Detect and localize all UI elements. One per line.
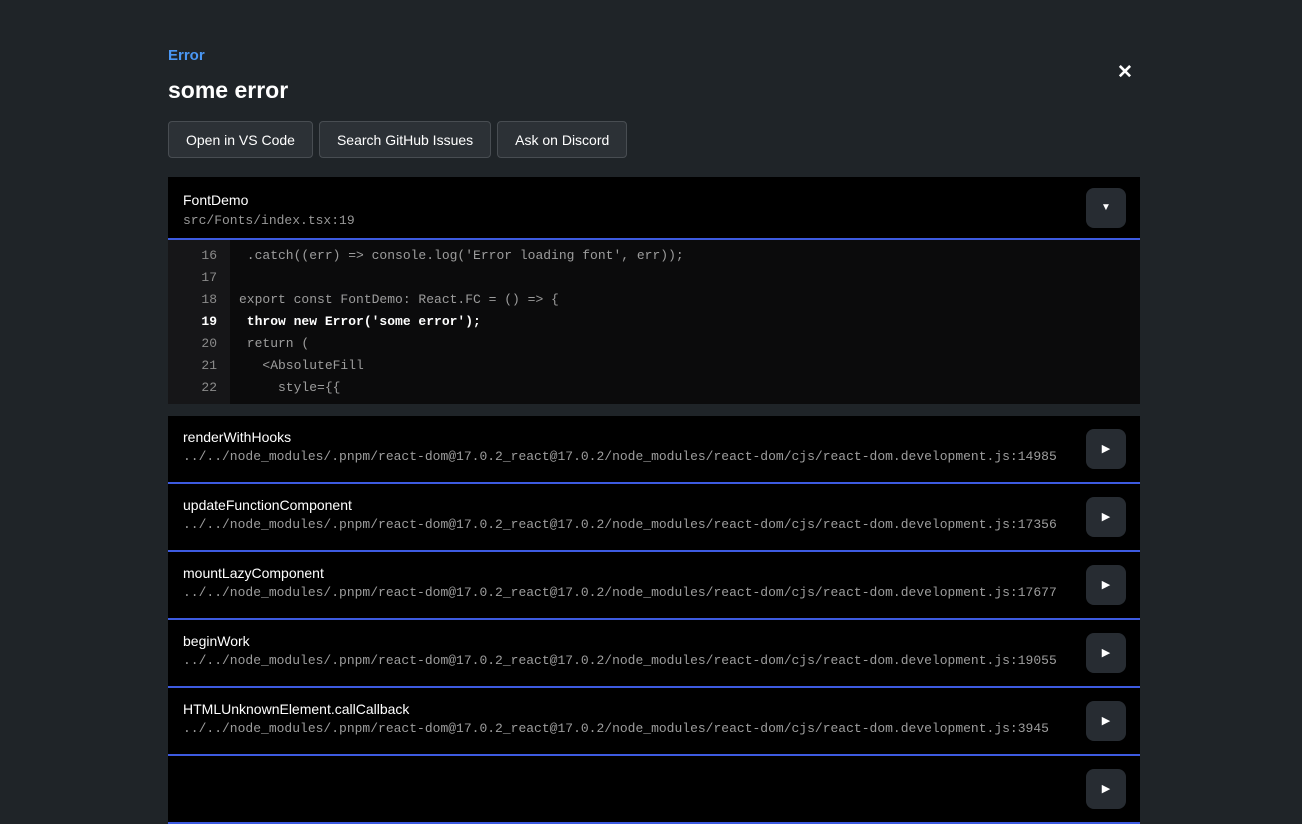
chevron-down-icon: ▼	[1101, 203, 1111, 213]
line-number: 16	[168, 245, 230, 267]
code-line: <AbsoluteFill	[230, 355, 1140, 377]
stack-frame-mountlazycomponent: mountLazyComponent ../../node_modules/.p…	[168, 552, 1140, 620]
code-line: export const FontDemo: React.FC = () => …	[230, 289, 1140, 311]
line-number-highlighted: 19	[168, 311, 230, 333]
code-line: .catch((err) => console.log('Error loadi…	[230, 245, 1140, 267]
expand-frame-button[interactable]: ▶	[1086, 701, 1126, 741]
code-line	[230, 267, 1140, 289]
stack-frame-callcallback: HTMLUnknownElement.callCallback ../../no…	[168, 688, 1140, 756]
stack-frame-path: ../../node_modules/.pnpm/react-dom@17.0.…	[183, 721, 1080, 736]
line-number: 22	[168, 377, 230, 399]
stack-frame-path: ../../node_modules/.pnpm/react-dom@17.0.…	[183, 517, 1080, 532]
line-number: 21	[168, 355, 230, 377]
stack-frame-title: updateFunctionComponent	[183, 497, 1080, 513]
stack-trace-list: renderWithHooks ../../node_modules/.pnpm…	[168, 416, 1140, 824]
ask-on-discord-button[interactable]: Ask on Discord	[497, 121, 627, 158]
triangle-right-icon: ▶	[1102, 580, 1110, 591]
code-frame: FontDemo src/Fonts/index.tsx:19 ▼ 16 17 …	[168, 177, 1140, 404]
error-overlay: { "header": { "label": "Error", "message…	[0, 0, 1302, 776]
line-number: 17	[168, 267, 230, 289]
expand-frame-button[interactable]: ▶	[1086, 429, 1126, 469]
stack-frame-updatefunctioncomponent: updateFunctionComponent ../../node_modul…	[168, 484, 1140, 552]
triangle-right-icon: ▶	[1102, 444, 1110, 455]
line-number-gutter: 16 17 18 19 20 21 22	[168, 240, 230, 404]
stack-frame-path: ../../node_modules/.pnpm/react-dom@17.0.…	[183, 585, 1080, 600]
code-frame-header: FontDemo src/Fonts/index.tsx:19 ▼	[168, 177, 1140, 240]
stack-frame-renderwithhooks: renderWithHooks ../../node_modules/.pnpm…	[168, 416, 1140, 484]
line-number: 18	[168, 289, 230, 311]
stack-frame-path: ../../node_modules/.pnpm/react-dom@17.0.…	[183, 449, 1080, 464]
collapse-code-button[interactable]: ▼	[1086, 188, 1126, 228]
code-line-highlighted: throw new Error('some error');	[230, 311, 1140, 333]
code-frame-location: src/Fonts/index.tsx:19	[183, 213, 1140, 228]
stack-frame-partial: ▶	[168, 756, 1140, 824]
stack-frame-title: HTMLUnknownElement.callCallback	[183, 701, 1080, 717]
action-buttons-row: Open in VS Code Search GitHub Issues Ask…	[168, 121, 627, 158]
triangle-right-icon: ▶	[1102, 716, 1110, 727]
stack-frame-path: ../../node_modules/.pnpm/react-dom@17.0.…	[183, 653, 1080, 668]
stack-frame-title: mountLazyComponent	[183, 565, 1080, 581]
expand-frame-button[interactable]: ▶	[1086, 497, 1126, 537]
code-line: style={{	[230, 377, 1140, 399]
code-line: return (	[230, 333, 1140, 355]
close-icon[interactable]: ✕	[1108, 57, 1142, 89]
line-number: 20	[168, 333, 230, 355]
expand-frame-button[interactable]: ▶	[1086, 769, 1126, 809]
expand-frame-button[interactable]: ▶	[1086, 633, 1126, 673]
open-in-vscode-button[interactable]: Open in VS Code	[168, 121, 313, 158]
stack-frame-title: beginWork	[183, 633, 1080, 649]
error-message: some error	[168, 77, 288, 104]
code-lines: .catch((err) => console.log('Error loadi…	[230, 240, 1140, 404]
stack-frame-title: renderWithHooks	[183, 429, 1080, 445]
stack-frame-beginwork: beginWork ../../node_modules/.pnpm/react…	[168, 620, 1140, 688]
expand-frame-button[interactable]: ▶	[1086, 565, 1126, 605]
triangle-right-icon: ▶	[1102, 512, 1110, 523]
code-snippet: 16 17 18 19 20 21 22 .catch((err) => con…	[168, 240, 1140, 404]
search-github-issues-button[interactable]: Search GitHub Issues	[319, 121, 491, 158]
error-type-label: Error	[168, 47, 205, 64]
triangle-right-icon: ▶	[1102, 784, 1110, 795]
triangle-right-icon: ▶	[1102, 648, 1110, 659]
code-frame-title: FontDemo	[183, 192, 1140, 208]
